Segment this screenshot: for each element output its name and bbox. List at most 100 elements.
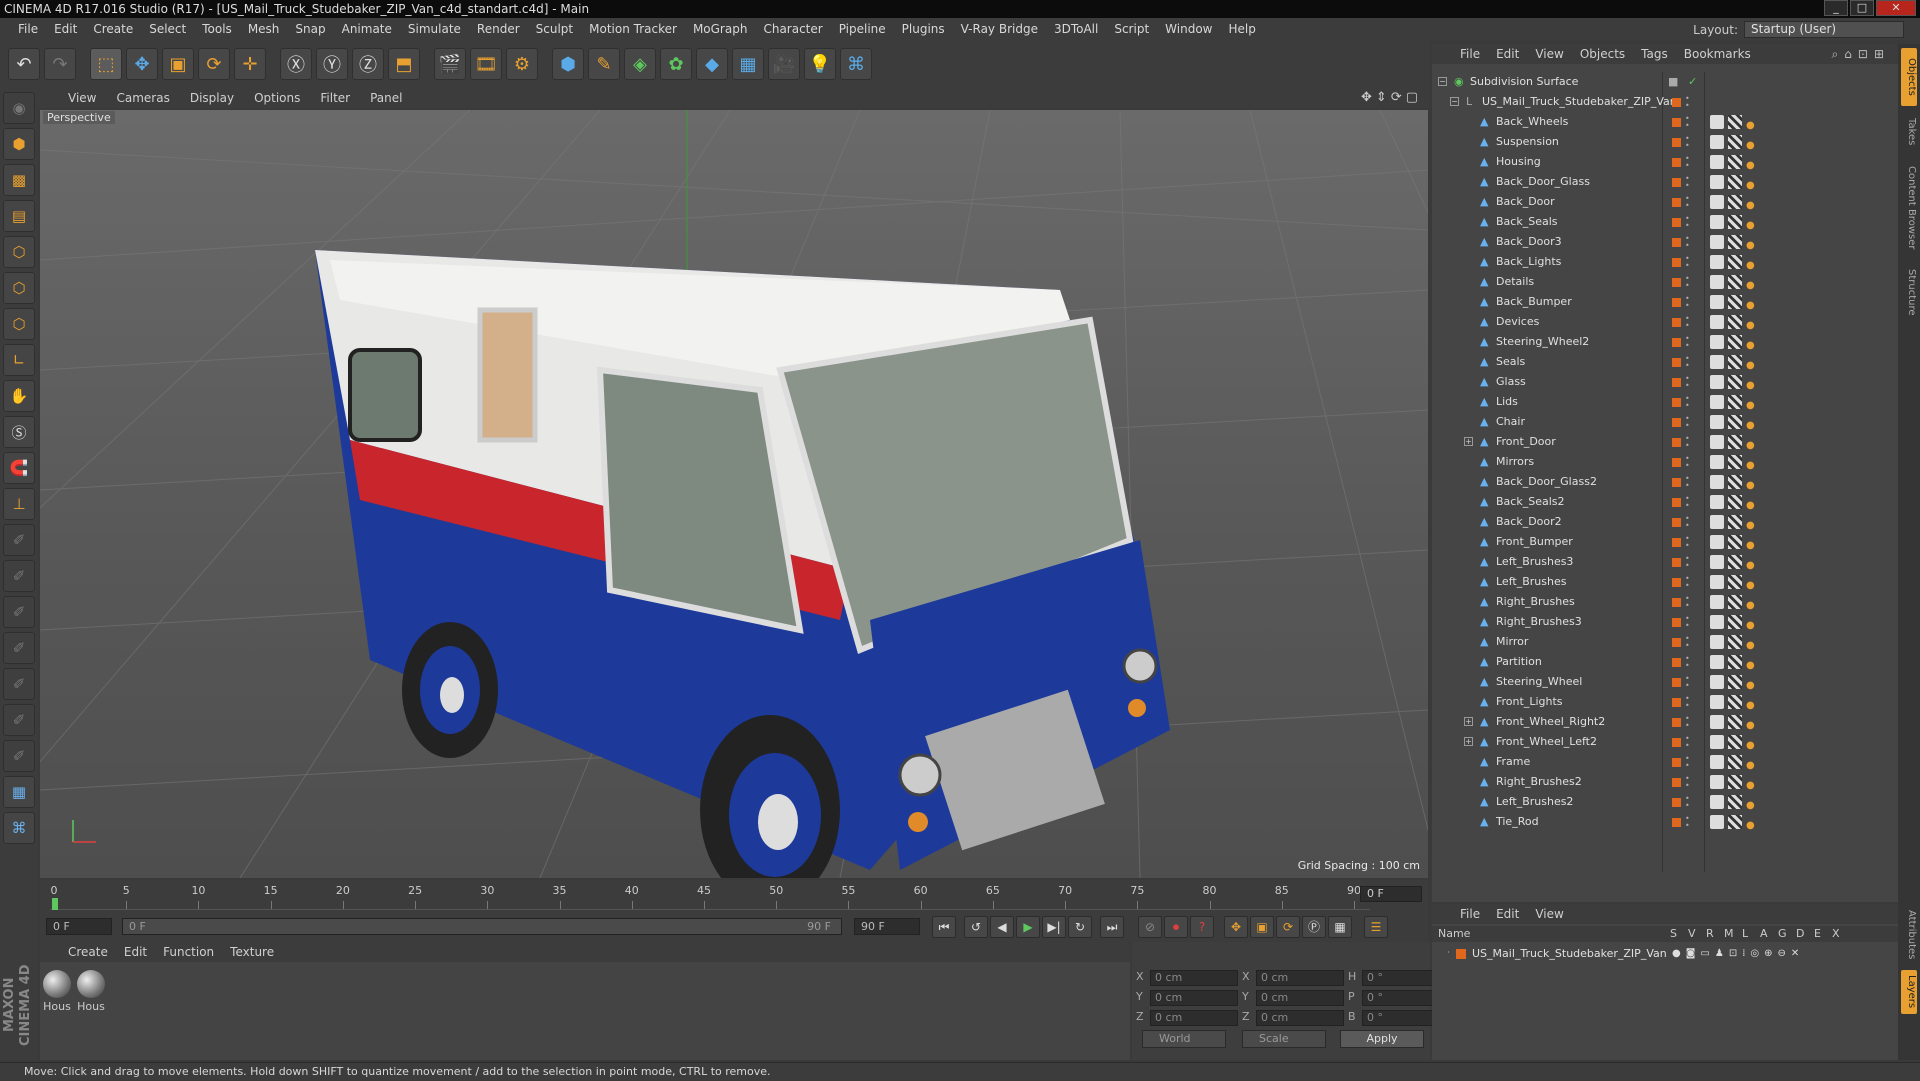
object-row[interactable]: ▲ Back_Door • • ● [1432,192,1898,212]
material-tag-icon[interactable] [1728,115,1742,129]
visibility-dots-icon[interactable]: • • [1685,115,1691,130]
layer-color-icon[interactable] [1672,138,1681,147]
texture-tag-icon[interactable] [1710,255,1724,269]
object-menu-item-0[interactable]: File [1452,47,1488,61]
visibility-dots-icon[interactable]: • • [1685,335,1691,350]
visibility-dots-icon[interactable]: • • [1685,615,1691,630]
object-name[interactable]: Back_Lights [1496,252,1561,272]
go-to-end-icon[interactable]: ⏭ [1100,916,1124,938]
object-row[interactable]: ▲ Back_Seals2 • • ● [1432,492,1898,512]
layer-color-icon[interactable] [1672,538,1681,547]
visibility-dots-icon[interactable]: • • [1685,535,1691,550]
layer-color-icon[interactable] [1672,118,1681,127]
object-name[interactable]: Front_Wheel_Right2 [1496,712,1605,732]
camera-icon[interactable]: 🎥 [768,48,800,80]
material-tag-icon[interactable] [1728,135,1742,149]
object-row[interactable]: ▲ Right_Brushes2 • • ● [1432,772,1898,792]
material-tag-icon[interactable] [1728,415,1742,429]
object-name[interactable]: Tie_Rod [1496,812,1539,832]
visibility-dots-icon[interactable]: • • [1685,795,1691,810]
current-frame-field[interactable]: 0 F [1360,886,1422,902]
layer-color-icon[interactable] [1672,298,1681,307]
menu-item-0[interactable]: File [10,22,46,36]
material-tag-icon[interactable] [1728,815,1742,829]
material-tag-icon[interactable] [1728,735,1742,749]
object-row[interactable]: + ▲ Front_Door • • ● [1432,432,1898,452]
object-row[interactable]: ▲ Back_Door_Glass • • ● [1432,172,1898,192]
pen-spline-icon[interactable]: ✎ [588,48,620,80]
visibility-dots-icon[interactable]: • • [1685,775,1691,790]
object-row[interactable]: ▲ Back_Door_Glass2 • • ● [1432,472,1898,492]
y-axis-icon[interactable]: Ⓨ [316,48,348,80]
material-tag-icon[interactable] [1728,215,1742,229]
object-menu-item-1[interactable]: Edit [1488,47,1527,61]
object-row[interactable]: ▲ Back_Door3 • • ● [1432,232,1898,252]
material-tag-icon[interactable] [1728,775,1742,789]
texture-tag-icon[interactable] [1710,415,1724,429]
texture-tag-icon[interactable] [1710,675,1724,689]
object-name[interactable]: Back_Seals2 [1496,492,1564,512]
layer-color-icon[interactable] [1672,318,1681,327]
layer-color-icon[interactable] [1672,158,1681,167]
object-row[interactable]: ▲ Back_Door2 • • ● [1432,512,1898,532]
object-row[interactable]: ▲ Suspension • • ● [1432,132,1898,152]
visibility-dots-icon[interactable]: • • [1685,415,1691,430]
layer-color-icon[interactable] [1672,758,1681,767]
layer-color-icon[interactable] [1672,458,1681,467]
floor-icon[interactable]: ▦ [732,48,764,80]
layer-menu-item-0[interactable]: File [1452,907,1488,921]
texture-tag-icon[interactable] [1710,155,1724,169]
material-tag-icon[interactable] [1728,555,1742,569]
material-tag-icon[interactable] [1728,355,1742,369]
layer-color-icon[interactable] [1672,598,1681,607]
visibility-dots-icon[interactable]: • • [1685,695,1691,710]
auto-keying-icon[interactable]: ⏺ [1164,916,1188,938]
material-tag-icon[interactable] [1728,635,1742,649]
material-tag-icon[interactable] [1728,615,1742,629]
visibility-dots-icon[interactable]: • • [1685,495,1691,510]
texture-tag-icon[interactable] [1710,335,1724,349]
material-menu-item-1[interactable]: Edit [116,945,155,959]
minimize-icon[interactable]: _ [1824,0,1848,16]
viewport-menu-item-3[interactable]: Options [244,91,310,105]
key-parameter-icon[interactable]: Ⓟ [1302,916,1326,938]
menu-item-3[interactable]: Select [141,22,194,36]
object-row[interactable]: + ▲ Front_Wheel_Right2 • • ● [1432,712,1898,732]
render-settings-icon[interactable]: ⚙ [506,48,538,80]
material-tag-icon[interactable] [1728,475,1742,489]
object-name[interactable]: Left_Brushes2 [1496,792,1573,812]
sculpt-tool-6-icon[interactable]: ✐ [3,704,35,736]
object-name[interactable]: Right_Brushes [1496,592,1575,612]
texture-tag-icon[interactable] [1710,815,1724,829]
object-row[interactable]: ▲ Right_Brushes • • ● [1432,592,1898,612]
material-tag-icon[interactable] [1728,575,1742,589]
layer-color-icon[interactable] [1672,478,1681,487]
close-icon[interactable]: ✕ [1876,0,1916,16]
layer-color-icon[interactable] [1672,518,1681,527]
move-tool-icon[interactable]: ✥ [126,48,158,80]
object-row[interactable]: ▲ Partition • • ● [1432,652,1898,672]
enabled-check-icon[interactable]: ✓ [1688,75,1697,89]
playhead[interactable] [52,898,58,910]
material-tag-icon[interactable] [1728,755,1742,769]
world-dropdown[interactable]: World [1142,1030,1226,1048]
workplane-icon[interactable]: ▤ [3,200,35,232]
object-name[interactable]: Left_Brushes3 [1496,552,1573,572]
menu-item-11[interactable]: Motion Tracker [581,22,685,36]
scale-dropdown[interactable]: Scale [1242,1030,1326,1048]
model-mode-icon[interactable]: ⬢ [3,128,35,160]
position-y-field[interactable]: 0 cm [1150,990,1238,1006]
menu-item-17[interactable]: 3DToAll [1046,22,1106,36]
texture-tag-icon[interactable] [1710,555,1724,569]
visibility-dots-icon[interactable]: • • [1685,135,1691,150]
object-row[interactable]: ▲ Mirror • • ● [1432,632,1898,652]
object-manager-tools-icons[interactable]: ⌕⌂⊡⊞ [1832,47,1890,62]
layer-color-icon[interactable] [1672,178,1681,187]
object-row[interactable]: ▲ Back_Wheels • • ● [1432,112,1898,132]
layer-color-icon[interactable] [1672,198,1681,207]
key-pla-icon[interactable]: ▦ [1328,916,1352,938]
viewport-menu-item-4[interactable]: Filter [310,91,360,105]
layer-column-header[interactable]: A [1760,927,1768,940]
transform-icon[interactable]: ✛ [234,48,266,80]
texture-tag-icon[interactable] [1710,375,1724,389]
